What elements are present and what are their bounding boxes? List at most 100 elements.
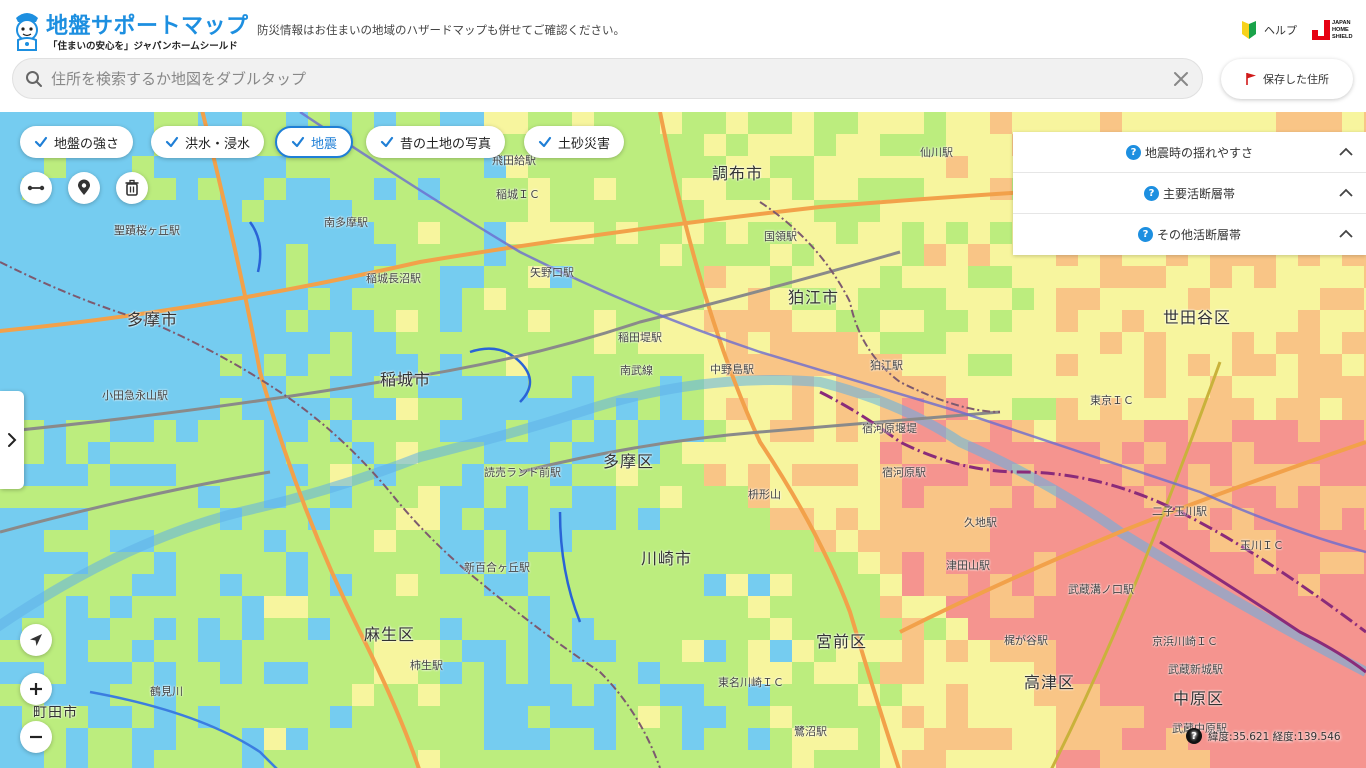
hazard-grid-cell [550, 596, 572, 618]
hazard-grid-cell [1100, 486, 1122, 508]
jhs-logo-text-1: JAPAN [1332, 20, 1351, 26]
zoom-out-button[interactable] [20, 721, 52, 753]
hazard-grid-cell [1188, 596, 1210, 618]
hazard-grid-cell [1232, 310, 1254, 332]
layer-chip-earthquake[interactable]: 地震 [275, 126, 354, 158]
hazard-grid-cell [946, 530, 968, 552]
layer-chip-old-photos[interactable]: 昔の土地の写真 [366, 126, 506, 158]
chevron-up-icon[interactable] [1338, 145, 1354, 159]
hazard-grid-cell [1232, 266, 1254, 288]
zoom-in-button[interactable] [20, 673, 52, 705]
map-label-sengawa: 仙川駅 [920, 146, 953, 159]
hazard-grid-cell [1012, 530, 1034, 552]
hazard-grid-cell [462, 662, 484, 684]
hazard-grid-cell [924, 662, 946, 684]
hazard-grid-cell [792, 156, 814, 178]
legend-row-major-faults[interactable]: ? 主要活断層帯 [1013, 173, 1366, 214]
hazard-grid-cell [836, 442, 858, 464]
hazard-grid-cell [1100, 684, 1122, 706]
hazard-grid-cell [902, 486, 924, 508]
hazard-grid-cell [418, 222, 440, 244]
hazard-grid-cell [440, 574, 462, 596]
help-question-icon[interactable]: ? [1137, 227, 1153, 242]
hazard-grid-cell [220, 464, 242, 486]
hazard-grid-cell [396, 420, 418, 442]
map-label-setagaya: 世田谷区 [1163, 308, 1232, 327]
hazard-grid-cell [1320, 420, 1342, 442]
hazard-grid-cell [1166, 574, 1188, 596]
hazard-grid-cell [748, 464, 770, 486]
hazard-grid-cell [396, 530, 418, 552]
hazard-grid-cell [66, 530, 88, 552]
help-link[interactable]: ヘルプ [1240, 19, 1297, 41]
help-question-icon[interactable]: ? [1143, 185, 1159, 201]
hazard-grid-cell [1320, 266, 1342, 288]
hazard-grid-cell [352, 508, 374, 530]
hazard-grid-cell [132, 750, 154, 768]
layer-chip-landslide[interactable]: 土砂災害 [524, 126, 625, 158]
hazard-grid-cell [528, 728, 550, 750]
hazard-grid-cell [1342, 420, 1364, 442]
hazard-grid-cell [88, 618, 110, 640]
hazard-grid-cell [792, 420, 814, 442]
hazard-grid-cell [1320, 464, 1342, 486]
hazard-grid-cell [462, 398, 484, 420]
hazard-grid-cell [1320, 508, 1342, 530]
hazard-grid-cell [22, 288, 44, 310]
hazard-grid-cell [110, 750, 132, 768]
hazard-grid-cell [880, 178, 902, 200]
layer-chip-flood[interactable]: 洪水・浸水 [151, 126, 265, 158]
hazard-grid-cell [418, 750, 440, 768]
app-logo[interactable]: 地盤サポートマップ 「住まいの安心を」ジャパンホームシールド [10, 8, 248, 54]
hazard-grid-cell [1012, 332, 1034, 354]
hazard-grid-cell [748, 552, 770, 574]
saved-addresses-button[interactable]: 保存した住所 [1221, 59, 1353, 99]
help-question-icon[interactable]: ? [1125, 144, 1141, 160]
hazard-grid-cell [44, 398, 66, 420]
hazard-grid-cell [1100, 354, 1122, 376]
hazard-grid-cell [594, 486, 616, 508]
hazard-grid-cell [1254, 266, 1276, 288]
hazard-grid-cell [770, 332, 792, 354]
hazard-grid-cell [264, 728, 286, 750]
logo-subtitle: 「住まいの安心を」ジャパンホームシールド [48, 41, 238, 52]
hazard-grid-cell [836, 552, 858, 574]
layer-chip-ground-strength[interactable]: 地盤の強さ [20, 126, 134, 158]
legend-row-shaking[interactable]: ? 地震時の揺れやすさ [1013, 132, 1366, 173]
hazard-grid-cell [968, 244, 990, 266]
hazard-grid-cell [352, 750, 374, 768]
hazard-grid-cell [880, 508, 902, 530]
chevron-up-icon[interactable] [1338, 186, 1354, 200]
search-input[interactable] [51, 59, 1151, 98]
hazard-grid-cell [1056, 354, 1078, 376]
hazard-grid-cell [220, 530, 242, 552]
hazard-grid-cell [396, 332, 418, 354]
hazard-grid-cell [1078, 552, 1100, 574]
measure-button[interactable] [20, 172, 52, 204]
hazard-grid-cell [770, 706, 792, 728]
delete-button[interactable] [116, 172, 148, 204]
hazard-grid-cell [726, 464, 748, 486]
hazard-grid-cell [1298, 662, 1320, 684]
clear-icon[interactable] [1172, 70, 1190, 88]
hazard-grid-cell [924, 618, 946, 640]
hazard-grid-cell [440, 464, 462, 486]
hazard-grid-cell [44, 750, 66, 768]
chevron-up-icon[interactable] [1338, 227, 1354, 241]
map-label-shukugawara-weir: 宿河原堰堤 [862, 422, 917, 435]
hazard-grid-cell [308, 596, 330, 618]
search-icon[interactable] [25, 70, 43, 88]
hazard-grid-cell [440, 288, 462, 310]
current-location-button[interactable] [20, 624, 52, 656]
pin-button[interactable] [68, 172, 100, 204]
hazard-grid-cell [946, 288, 968, 310]
help-question-icon[interactable]: ? [1186, 728, 1202, 744]
hazard-grid-cell [506, 530, 528, 552]
hazard-grid-cell [726, 112, 748, 134]
side-panel-toggle[interactable] [0, 391, 24, 489]
hazard-grid-cell [616, 552, 638, 574]
hazard-grid-cell [66, 750, 88, 768]
hazard-grid-cell [726, 728, 748, 750]
hazard-grid-cell [286, 332, 308, 354]
legend-row-other-faults[interactable]: ? その他活断層帯 [1013, 214, 1366, 255]
